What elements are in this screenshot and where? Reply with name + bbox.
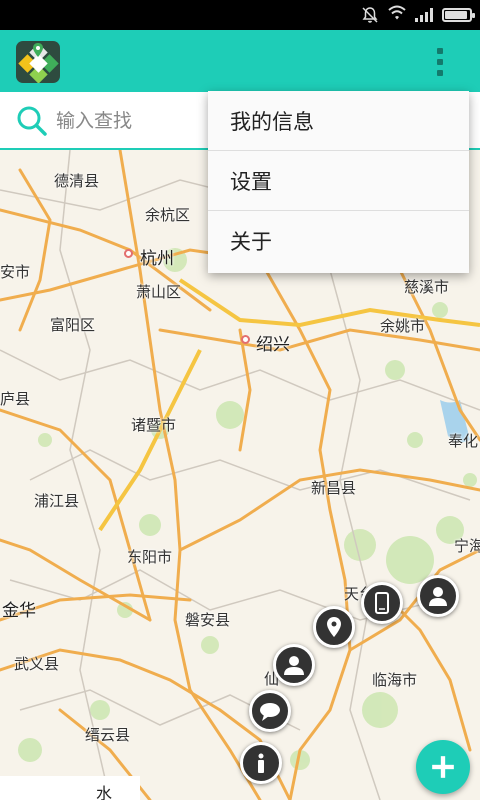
map-label: 水 — [96, 784, 113, 800]
map-label: 庐县 — [0, 390, 31, 408]
menu-item-my-info[interactable]: 我的信息 — [208, 91, 469, 151]
contact-icon[interactable] — [417, 575, 459, 617]
search-icon[interactable] — [16, 105, 48, 137]
menu-item-about[interactable]: 关于 — [208, 211, 469, 271]
location-pin-icon[interactable] — [313, 606, 355, 648]
chat-bubble-icon[interactable] — [249, 690, 291, 732]
map-label: 诸暨市 — [131, 416, 177, 434]
map-label: 奉化 — [448, 432, 479, 450]
overflow-dropdown-menu: 我的信息 设置 关于 — [208, 91, 469, 273]
map-label: 缙云县 — [85, 726, 131, 744]
map-label: 金华 — [2, 601, 36, 621]
menu-item-settings[interactable]: 设置 — [208, 151, 469, 211]
map-label: 浦江县 — [34, 492, 80, 510]
map-label: 慈溪市 — [404, 278, 450, 296]
group-icon[interactable] — [273, 644, 315, 686]
map-label: 安市 — [0, 263, 31, 281]
app-bar — [0, 30, 480, 92]
map-label: 绍兴 — [256, 335, 290, 355]
map-label: 临海市 — [372, 671, 418, 689]
map-label: 余杭区 — [145, 206, 191, 224]
map-label: 磐安县 — [185, 611, 231, 629]
map-label: 德清县 — [54, 172, 100, 190]
more-vert-icon[interactable] — [432, 48, 448, 76]
phone-icon[interactable] — [361, 582, 403, 624]
mute-icon — [361, 6, 379, 24]
bottom-label-strip: 水 — [0, 776, 140, 800]
city-dot — [124, 249, 133, 258]
app-map-logo-icon — [16, 41, 60, 83]
map-label: 新昌县 — [311, 479, 357, 497]
map-label: 萧山区 — [136, 283, 182, 301]
map-label: 宁海 — [454, 537, 480, 555]
info-icon[interactable] — [240, 742, 282, 784]
map-label: 杭州 — [140, 249, 174, 269]
map-label: 富阳区 — [50, 316, 96, 334]
signal-icon — [415, 8, 433, 22]
status-bar — [0, 0, 480, 30]
wifi-icon — [388, 5, 406, 25]
battery-icon — [442, 8, 475, 22]
map-label: 武义县 — [14, 655, 60, 673]
map-label: 东阳市 — [127, 548, 173, 566]
city-dot — [241, 335, 250, 344]
plus-icon — [432, 756, 454, 778]
add-button[interactable] — [416, 740, 470, 794]
status-icons — [361, 4, 475, 26]
map-label: 余姚市 — [380, 317, 426, 335]
